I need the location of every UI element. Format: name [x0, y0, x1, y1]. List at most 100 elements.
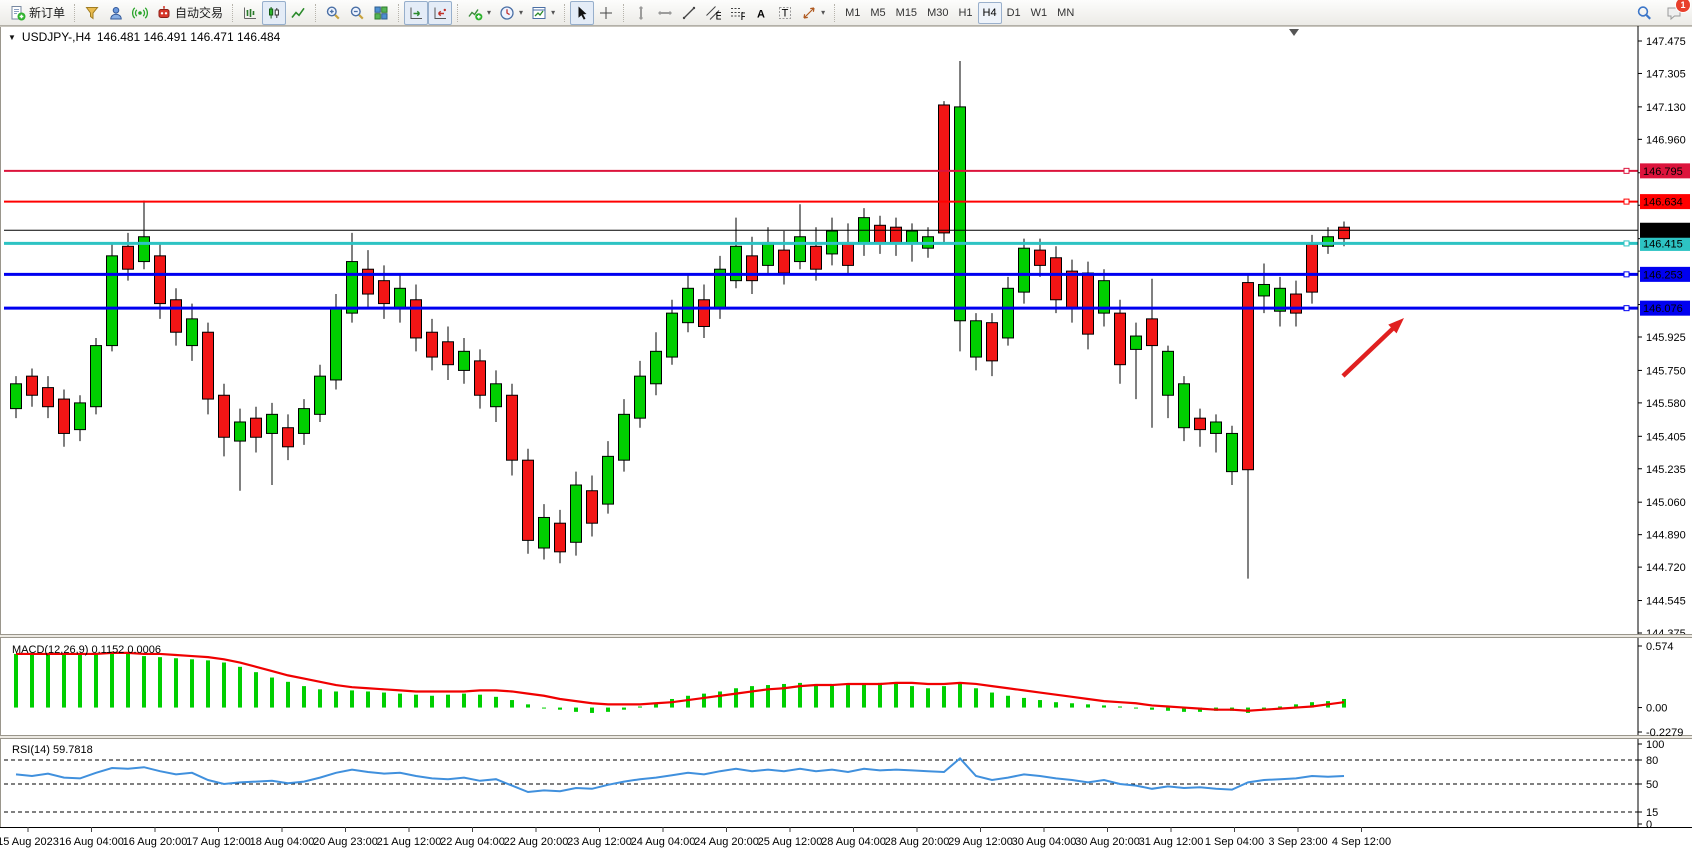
toolbar-button-tile-windows[interactable] — [369, 1, 393, 25]
svg-text:15 Aug 2023: 15 Aug 2023 — [0, 836, 59, 848]
svg-text:T: T — [782, 7, 789, 19]
timeframe-button-MN[interactable]: MN — [1052, 2, 1079, 24]
svg-text:146.415: 146.415 — [1643, 238, 1683, 250]
toolbar-button-market-watch[interactable] — [80, 1, 104, 25]
toolbar-button-cursor[interactable] — [570, 1, 594, 25]
toolbar-button-line-chart-mode[interactable] — [286, 1, 310, 25]
price-tag-146.415[interactable]: 146.415 — [1640, 236, 1690, 251]
line-handle[interactable] — [1624, 272, 1629, 277]
toolbar-button-vertical-line[interactable] — [629, 1, 653, 25]
toolbar-button-signals[interactable] — [128, 1, 152, 25]
svg-text:1 Sep 04:00: 1 Sep 04:00 — [1205, 836, 1264, 848]
line-handle[interactable] — [1624, 241, 1629, 246]
main-toolbar: 新订单自动交易▾▾▾EFAT▾M1M5M15M30H1H4D1W1MN1 — [0, 0, 1692, 26]
toolbar-button-equidistant-channel[interactable]: E — [701, 1, 725, 25]
timeframe-button-M5[interactable]: M5 — [865, 2, 890, 24]
timeframe-button-M15[interactable]: M15 — [891, 2, 922, 24]
line-handle[interactable] — [1624, 199, 1629, 204]
text-t-icon: T — [777, 5, 793, 21]
toolbar-button-zoom-in[interactable] — [321, 1, 345, 25]
toolbar-separator — [623, 4, 624, 22]
chart-window[interactable]: 147.475147.305147.130146.960146.785146.6… — [0, 26, 1692, 855]
svg-text:145.060: 145.060 — [1646, 497, 1686, 509]
toolbar-button-zoom-out[interactable] — [345, 1, 369, 25]
autotrade-icon — [156, 5, 172, 21]
svg-text:16 Aug 04:00: 16 Aug 04:00 — [59, 836, 124, 848]
svg-text:17 Aug 12:00: 17 Aug 12:00 — [186, 836, 251, 848]
svg-text:146.484: 146.484 — [1643, 225, 1683, 237]
toolbar-button-label: 自动交易 — [175, 4, 223, 21]
line-handle[interactable] — [1624, 168, 1629, 173]
price-tag-146.253[interactable]: 146.253 — [1640, 267, 1690, 282]
toolbar-button-auto-trading[interactable]: 自动交易 — [152, 1, 227, 25]
svg-text:4 Sep 12:00: 4 Sep 12:00 — [1332, 836, 1391, 848]
toolbar-button-periods[interactable]: ▾ — [495, 1, 527, 25]
svg-text:15: 15 — [1646, 807, 1658, 819]
toolbar-button-chart-shift[interactable] — [428, 1, 452, 25]
svg-text:0.00: 0.00 — [1646, 703, 1667, 715]
profile-icon — [108, 5, 124, 21]
svg-text:-0.2279: -0.2279 — [1646, 727, 1683, 739]
toolbar-button-profiles[interactable] — [104, 1, 128, 25]
svg-text:29 Aug 12:00: 29 Aug 12:00 — [948, 836, 1013, 848]
autoscroll-icon — [408, 5, 424, 21]
zoom-in-icon — [325, 5, 341, 21]
toolbar-button-chat[interactable]: 1 — [1662, 1, 1686, 25]
line-handle[interactable] — [1624, 306, 1629, 311]
channel-icon: E — [705, 5, 721, 21]
price-tag-146.634[interactable]: 146.634 — [1640, 194, 1690, 209]
funnel-icon — [84, 5, 100, 21]
svg-text:25 Aug 12:00: 25 Aug 12:00 — [758, 836, 823, 848]
toolbar-button-label: 新订单 — [29, 4, 65, 21]
svg-text:F: F — [741, 11, 746, 21]
toolbar-button-horizontal-line[interactable] — [653, 1, 677, 25]
svg-text:3 Sep 23:00: 3 Sep 23:00 — [1268, 836, 1327, 848]
macd-panel-splitter[interactable] — [0, 634, 1692, 638]
trendline-icon — [681, 5, 697, 21]
arrows-icon — [801, 5, 817, 21]
toolbar-separator — [315, 4, 316, 22]
price-tag-146.795[interactable]: 146.795 — [1640, 163, 1690, 178]
dropdown-caret-icon: ▾ — [821, 8, 825, 17]
svg-text:30 Aug 20:00: 30 Aug 20:00 — [1075, 836, 1140, 848]
chart-canvas[interactable]: 147.475147.305147.130146.960146.785146.6… — [0, 26, 1692, 855]
timeframe-button-H1[interactable]: H1 — [953, 2, 977, 24]
price-tag-146.076[interactable]: 146.076 — [1640, 301, 1690, 316]
svg-text:147.305: 147.305 — [1646, 68, 1686, 80]
svg-text:24 Aug 20:00: 24 Aug 20:00 — [694, 836, 759, 848]
svg-text:146.253: 146.253 — [1643, 269, 1683, 281]
toolbar-button-fibonacci-retracement[interactable]: F — [725, 1, 749, 25]
toolbar-button-auto-scroll[interactable] — [404, 1, 428, 25]
search-icon — [1636, 5, 1652, 21]
svg-text:28 Aug 04:00: 28 Aug 04:00 — [821, 836, 886, 848]
svg-text:145.405: 145.405 — [1646, 431, 1686, 443]
vline-icon — [633, 5, 649, 21]
clock-icon — [499, 5, 515, 21]
toolbar-button-trendline[interactable] — [677, 1, 701, 25]
rsi-panel-splitter[interactable] — [0, 735, 1692, 739]
toolbar-button-text-label[interactable]: T — [773, 1, 797, 25]
timeframe-button-D1[interactable]: D1 — [1002, 2, 1026, 24]
toolbar-button-bar-chart-mode[interactable] — [238, 1, 262, 25]
timeframe-button-H4[interactable]: H4 — [978, 2, 1002, 24]
timeframe-button-M30[interactable]: M30 — [922, 2, 953, 24]
toolbar-button-templates[interactable]: ▾ — [527, 1, 559, 25]
toolbar-separator — [457, 4, 458, 22]
timeframe-button-W1[interactable]: W1 — [1026, 2, 1053, 24]
toolbar-button-crosshair[interactable] — [594, 1, 618, 25]
toolbar-button-text[interactable]: A — [749, 1, 773, 25]
toolbar-button-arrows[interactable]: ▾ — [797, 1, 829, 25]
toolbar-button-candlestick-mode[interactable] — [262, 1, 286, 25]
signal-icon — [132, 5, 148, 21]
toolbar-separator — [834, 4, 835, 22]
toolbar-button-new-order[interactable]: 新订单 — [6, 1, 69, 25]
svg-text:50: 50 — [1646, 779, 1658, 791]
svg-text:22 Aug 04:00: 22 Aug 04:00 — [440, 836, 505, 848]
svg-text:16 Aug 20:00: 16 Aug 20:00 — [123, 836, 188, 848]
svg-text:80: 80 — [1646, 755, 1658, 767]
toolbar-button-search[interactable] — [1632, 1, 1656, 25]
svg-text:0.574: 0.574 — [1646, 641, 1674, 653]
timeframe-button-M1[interactable]: M1 — [840, 2, 865, 24]
toolbar-button-indicators[interactable]: ▾ — [463, 1, 495, 25]
current-price-tag[interactable]: 146.484 — [1640, 223, 1690, 238]
